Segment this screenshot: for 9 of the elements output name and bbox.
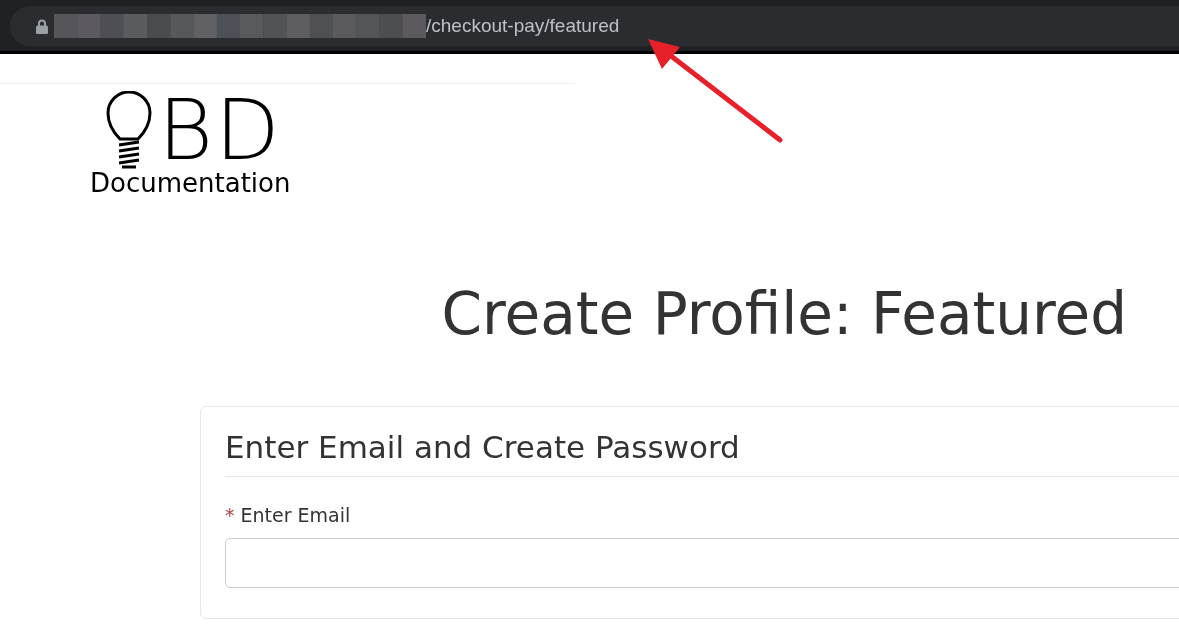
lightbulb-icon (106, 91, 152, 169)
logo-letters: BD (158, 88, 282, 172)
field-label: * Enter Email (225, 502, 352, 528)
logo-subtitle: Documentation (90, 170, 292, 196)
lock-icon (36, 18, 48, 34)
email-field[interactable] (225, 538, 1179, 589)
page-heading: Create Profile: Featured (440, 280, 1128, 350)
url-text[interactable]: /checkout-pay/featured (426, 11, 620, 41)
card-title: Enter Email and Create Password (225, 428, 1179, 477)
